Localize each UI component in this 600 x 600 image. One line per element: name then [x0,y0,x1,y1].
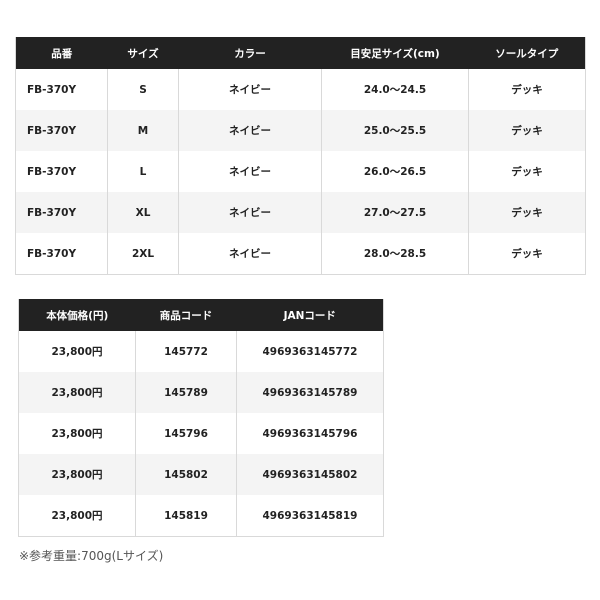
cell-jan-code: 4969363145772 [236,331,384,372]
table-row: 23,800円 145819 4969363145819 [18,495,384,537]
header-sole-type: ソールタイプ [468,37,586,69]
weight-note: ※参考重量:700g(Lサイズ) [19,549,164,563]
header-size: サイズ [107,37,179,69]
cell-product-number: FB-370Y [15,233,108,275]
cell-sole-type: デッキ [468,69,586,110]
table-row: 23,800円 145802 4969363145802 [18,454,384,495]
price-header-row: 本体価格(円) 商品コード JANコード [18,299,384,331]
cell-jan-code: 4969363145789 [236,372,384,413]
spec-header-row: 品番 サイズ カラー 目安足サイズ(cm) ソールタイプ [15,37,586,69]
cell-jan-code: 4969363145819 [236,495,384,537]
cell-price: 23,800円 [18,454,136,495]
table-row: FB-370Y M ネイビー 25.0〜25.5 デッキ [15,110,586,151]
cell-product-code: 145789 [135,372,237,413]
cell-foot-size: 25.0〜25.5 [321,110,469,151]
cell-size: S [107,69,179,110]
table-row: 23,800円 145796 4969363145796 [18,413,384,454]
cell-jan-code: 4969363145796 [236,413,384,454]
cell-product-number: FB-370Y [15,69,108,110]
cell-size: L [107,151,179,192]
cell-price: 23,800円 [18,331,136,372]
cell-price: 23,800円 [18,495,136,537]
cell-size: M [107,110,179,151]
header-foot-size: 目安足サイズ(cm) [321,37,469,69]
cell-product-code: 145819 [135,495,237,537]
cell-color: ネイビー [178,151,322,192]
table-row: FB-370Y L ネイビー 26.0〜26.5 デッキ [15,151,586,192]
cell-price: 23,800円 [18,372,136,413]
cell-sole-type: デッキ [468,192,586,233]
cell-foot-size: 26.0〜26.5 [321,151,469,192]
cell-product-number: FB-370Y [15,151,108,192]
header-jan-code: JANコード [236,299,384,331]
header-product-code: 商品コード [135,299,237,331]
cell-foot-size: 27.0〜27.5 [321,192,469,233]
cell-color: ネイビー [178,192,322,233]
cell-product-code: 145802 [135,454,237,495]
cell-product-code: 145796 [135,413,237,454]
cell-sole-type: デッキ [468,151,586,192]
cell-color: ネイビー [178,110,322,151]
price-table: 本体価格(円) 商品コード JANコード 23,800円 145772 4969… [18,299,384,537]
header-price: 本体価格(円) [18,299,136,331]
header-product-number: 品番 [15,37,108,69]
cell-price: 23,800円 [18,413,136,454]
cell-size: 2XL [107,233,179,275]
cell-color: ネイビー [178,69,322,110]
cell-product-number: FB-370Y [15,192,108,233]
table-row: FB-370Y 2XL ネイビー 28.0〜28.5 デッキ [15,233,586,275]
table-row: FB-370Y S ネイビー 24.0〜24.5 デッキ [15,69,586,110]
table-row: FB-370Y XL ネイビー 27.0〜27.5 デッキ [15,192,586,233]
spec-table: 品番 サイズ カラー 目安足サイズ(cm) ソールタイプ FB-370Y S ネ… [15,37,586,275]
cell-product-number: FB-370Y [15,110,108,151]
cell-foot-size: 24.0〜24.5 [321,69,469,110]
cell-jan-code: 4969363145802 [236,454,384,495]
table-row: 23,800円 145772 4969363145772 [18,331,384,372]
cell-color: ネイビー [178,233,322,275]
cell-sole-type: デッキ [468,233,586,275]
header-color: カラー [178,37,322,69]
table-row: 23,800円 145789 4969363145789 [18,372,384,413]
cell-foot-size: 28.0〜28.5 [321,233,469,275]
cell-size: XL [107,192,179,233]
cell-product-code: 145772 [135,331,237,372]
cell-sole-type: デッキ [468,110,586,151]
